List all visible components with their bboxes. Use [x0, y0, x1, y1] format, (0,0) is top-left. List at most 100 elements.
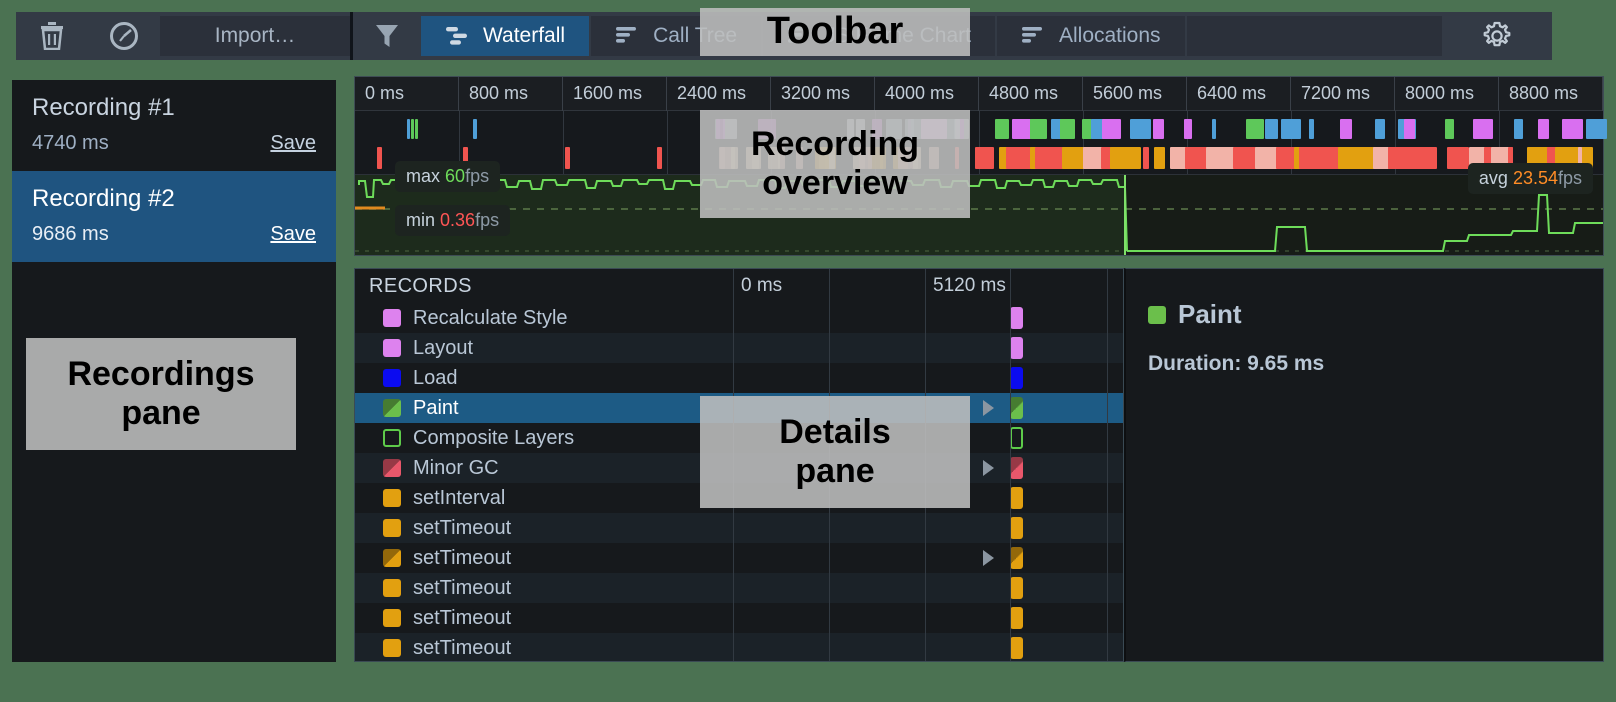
records-row-list: Recalculate Style Layout Load Paint Composit…: [355, 303, 1123, 661]
tab-allocations[interactable]: Allocations: [996, 16, 1187, 56]
overview-ruler-tick: 0 ms: [355, 77, 459, 111]
overview-ruler-tick: 800 ms: [459, 77, 563, 111]
record-timeline-bar[interactable]: [1010, 457, 1023, 479]
overview-event-marker: [746, 147, 762, 169]
overview-ruler-tick: 7200 ms: [1291, 77, 1395, 111]
settings-button[interactable]: [1442, 12, 1552, 60]
tab-call-tree-label: Call Tree: [653, 24, 738, 47]
overview-event-marker: [1561, 119, 1583, 139]
overview-event-marker: [1143, 147, 1150, 169]
tab-call-tree[interactable]: Call Tree: [591, 16, 764, 56]
record-timeline-bar[interactable]: [1010, 607, 1023, 629]
expand-triangle-icon[interactable]: [983, 460, 994, 476]
waterfall-icon: [446, 27, 467, 45]
overview-event-marker: [880, 147, 886, 169]
record-color-swatch: [383, 639, 401, 657]
overview-event-marker: [1403, 119, 1416, 139]
record-timeline-bar[interactable]: [1010, 487, 1023, 509]
record-label: setTimeout: [413, 516, 512, 539]
recording-title: Recording #1: [32, 94, 175, 121]
overview-event-marker: [912, 147, 921, 169]
table-row[interactable]: Layout: [355, 333, 1123, 363]
record-timeline-bar[interactable]: [1010, 337, 1023, 359]
tab-allocations-label: Allocations: [1058, 24, 1161, 47]
avg-fps-value: 23.54: [1512, 168, 1558, 188]
table-row[interactable]: setTimeout: [355, 603, 1123, 633]
record-timeline-bar[interactable]: [1010, 577, 1023, 599]
record-label: Paint: [413, 396, 459, 419]
recording-item-2[interactable]: Recording #2 9686 ms Save: [12, 171, 336, 262]
overview-event-marker: [846, 119, 854, 139]
overview-event-marker: [411, 119, 414, 139]
overview-event-marker: [1245, 119, 1264, 139]
table-row[interactable]: setTimeout: [355, 633, 1123, 661]
recording-save-link[interactable]: Save: [270, 132, 316, 155]
expand-triangle-icon[interactable]: [983, 400, 994, 416]
min-fps-value: 0.36: [440, 210, 476, 230]
overview-event-marker: [955, 119, 961, 139]
avg-fps-prefix: avg: [1478, 168, 1508, 188]
table-row[interactable]: setTimeout: [355, 543, 1123, 573]
overview-gridline: [667, 111, 668, 174]
records-pane[interactable]: RECORDS 0 ms 5120 ms Recalculate Style La…: [354, 268, 1124, 662]
min-fps-unit: fps: [475, 210, 500, 230]
overview-event-marker: [921, 119, 947, 139]
record-timeline-bar[interactable]: [1010, 397, 1023, 419]
tab-js-flame-chart[interactable]: JS Flame Chart: [763, 16, 997, 56]
table-row[interactable]: Recalculate Style: [355, 303, 1123, 333]
fps-graph: [355, 175, 1603, 255]
overview-event-marker: [1183, 119, 1192, 139]
table-row[interactable]: setTimeout: [355, 573, 1123, 603]
recording-overview[interactable]: 0 ms 800 ms 1600 ms 2400 ms 3200 ms 4000 ms 48…: [354, 76, 1607, 256]
table-row[interactable]: Minor GC: [355, 453, 1123, 483]
record-color-swatch: [383, 579, 401, 597]
import-button-label: Import…: [214, 24, 296, 47]
overview-event-marker: [858, 147, 873, 169]
record-timeline-bar[interactable]: [1010, 367, 1023, 389]
overview-event-marker: [1537, 119, 1549, 139]
table-row[interactable]: setInterval: [355, 483, 1123, 513]
min-fps-prefix: min: [406, 210, 436, 230]
record-timeline-bar[interactable]: [1010, 547, 1023, 569]
expand-triangle-icon[interactable]: [983, 550, 994, 566]
record-timeline-bar[interactable]: [1010, 427, 1023, 449]
overview-time-ruler: 0 ms 800 ms 1600 ms 2400 ms 3200 ms 4000 ms 48…: [355, 77, 1603, 111]
record-color-swatch: [383, 489, 401, 507]
overview-event-marker: [1153, 147, 1166, 169]
recording-item-1[interactable]: Recording #1 4740 ms Save: [12, 80, 336, 171]
filter-button[interactable]: [353, 12, 421, 60]
import-button[interactable]: Import…: [160, 16, 350, 56]
overview-event-marker: [473, 119, 477, 139]
record-label: setTimeout: [413, 576, 512, 599]
toolbar: Import… Waterfall Call Tree JS Flame Cha…: [16, 12, 1552, 60]
record-color-swatch: [383, 429, 401, 447]
max-fps-prefix: max: [406, 166, 441, 186]
table-row[interactable]: Composite Layers: [355, 423, 1123, 453]
overview-ruler-tick: 1600 ms: [563, 77, 667, 111]
overview-event-marker: [929, 147, 939, 169]
tab-waterfall[interactable]: Waterfall: [421, 16, 592, 56]
record-timeline-bar[interactable]: [1010, 307, 1023, 329]
overview-event-marker: [1513, 119, 1523, 139]
clear-recordings-button[interactable]: [16, 12, 88, 60]
record-timeline-bar[interactable]: [1010, 517, 1023, 539]
table-row[interactable]: Load: [355, 363, 1123, 393]
details-swatch: [1148, 305, 1166, 324]
overview-event-marker: [904, 119, 914, 139]
record-color-swatch: [383, 339, 401, 357]
overview-fps-chart: max 60fps min 0.36fps avg 23.54fps: [355, 161, 1603, 255]
records-header-label: RECORDS: [369, 275, 472, 297]
max-fps-value: 60: [445, 166, 466, 186]
record-color-swatch: [383, 309, 401, 327]
record-button[interactable]: [88, 12, 160, 60]
table-row[interactable]: Paint: [355, 393, 1123, 423]
max-fps-unit: fps: [465, 166, 490, 186]
overview-ruler-tick: 4000 ms: [875, 77, 979, 111]
record-label: setTimeout: [413, 636, 512, 659]
toolbar-left-group: Import…: [16, 12, 350, 60]
record-label: Composite Layers: [413, 426, 575, 449]
record-label: Layout: [413, 336, 474, 359]
record-timeline-bar[interactable]: [1010, 637, 1023, 659]
recording-save-link[interactable]: Save: [270, 223, 316, 246]
table-row[interactable]: setTimeout: [355, 513, 1123, 543]
